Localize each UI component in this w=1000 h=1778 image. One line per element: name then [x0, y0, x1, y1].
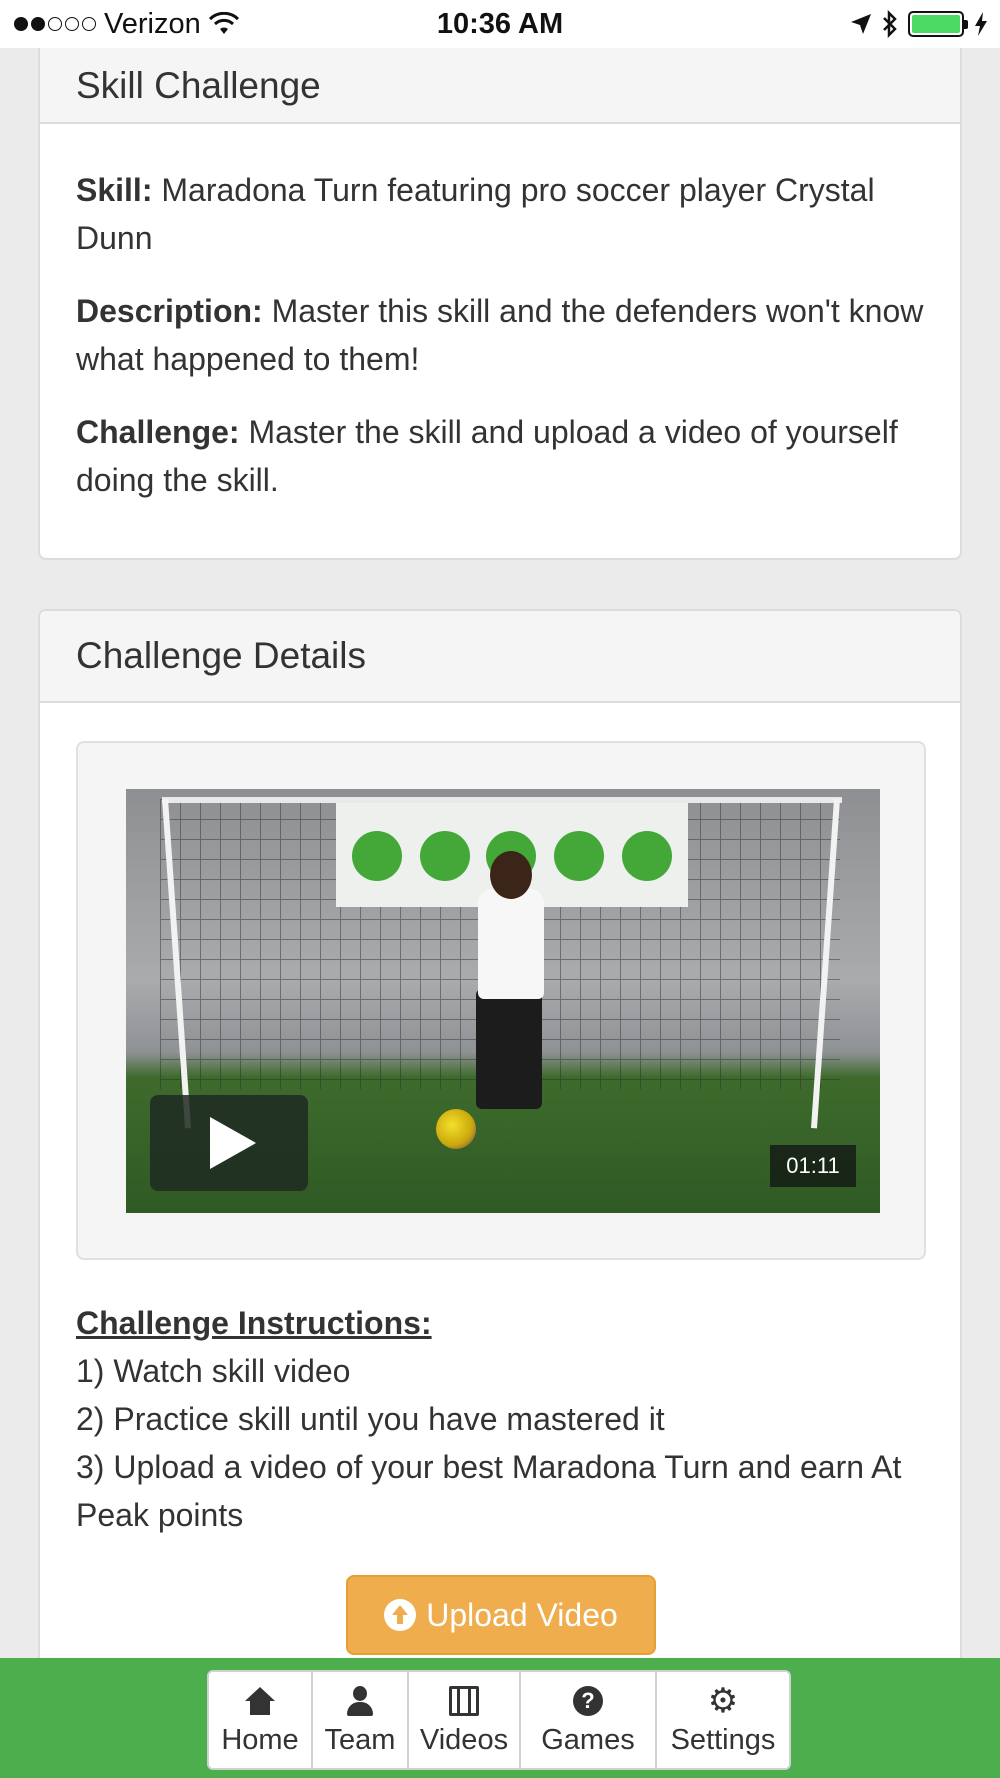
- nav-settings[interactable]: ⚙ Settings: [657, 1672, 789, 1768]
- upload-circle-icon: [384, 1599, 417, 1631]
- challenge-label: Challenge:: [76, 414, 240, 450]
- skill-challenge-body: Skill: Maradona Turn featuring pro socce…: [40, 124, 960, 504]
- instruction-step: 2) Practice skill until you have mastere…: [76, 1401, 665, 1437]
- question-circle-icon: ?: [573, 1684, 603, 1718]
- film-icon: [449, 1684, 479, 1718]
- user-icon: [345, 1684, 375, 1718]
- skill-value: Maradona Turn featuring pro soccer playe…: [76, 172, 875, 256]
- panel-title: Skill Challenge: [76, 65, 321, 106]
- description-label: Description:: [76, 293, 263, 329]
- instruction-step: 3) Upload a video of your best Maradona …: [76, 1449, 902, 1533]
- nav-team-label: Team: [324, 1723, 396, 1756]
- instructions-title: Challenge Instructions:: [76, 1305, 432, 1341]
- charging-bolt-icon: [975, 12, 987, 36]
- battery-level: [912, 15, 960, 33]
- nav-settings-label: Settings: [670, 1723, 776, 1756]
- challenge-instructions: Challenge Instructions: 1) Watch skill v…: [76, 1299, 936, 1539]
- bottom-nav: Home Team Videos ? Games ⚙ Settings: [207, 1670, 791, 1770]
- instruction-step: 1) Watch skill video: [76, 1353, 351, 1389]
- home-icon: [245, 1684, 275, 1718]
- bottom-nav-bar: Home Team Videos ? Games ⚙ Settings: [0, 1658, 1000, 1778]
- nav-videos[interactable]: Videos: [409, 1672, 521, 1768]
- status-bar: Verizon 10:36 AM: [0, 0, 1000, 48]
- player-head: [490, 851, 532, 899]
- play-button[interactable]: [150, 1095, 308, 1191]
- nav-home[interactable]: Home: [209, 1672, 313, 1768]
- bluetooth-icon: [883, 10, 897, 38]
- nav-games-label: Games: [541, 1723, 635, 1756]
- nav-home-label: Home: [221, 1723, 299, 1756]
- goal-crossbar: [162, 797, 842, 803]
- video-duration: 01:11: [770, 1145, 856, 1187]
- location-arrow-icon: [851, 14, 871, 34]
- panel-heading: Challenge Details: [40, 611, 960, 703]
- skill-challenge-panel: Skill Challenge Skill: Maradona Turn fea…: [38, 30, 962, 560]
- player-shirt: [478, 889, 544, 999]
- upload-video-label: Upload Video: [426, 1596, 618, 1633]
- soccer-ball: [436, 1109, 476, 1149]
- panel-title: Challenge Details: [76, 635, 367, 676]
- nav-games[interactable]: ? Games: [521, 1672, 657, 1768]
- skill-label: Skill:: [76, 172, 153, 208]
- video-well: 01:11: [76, 741, 926, 1260]
- challenge-details-panel: Challenge Details 01:11 Challenge Instru…: [38, 609, 962, 1778]
- upload-video-button[interactable]: Upload Video: [346, 1575, 656, 1655]
- description-row: Description: Master this skill and the d…: [76, 287, 924, 383]
- nav-team[interactable]: Team: [313, 1672, 409, 1768]
- play-icon: [210, 1117, 256, 1169]
- gear-icon: ⚙: [707, 1681, 739, 1720]
- challenge-row: Challenge: Master the skill and upload a…: [76, 408, 924, 504]
- skill-video-player[interactable]: 01:11: [126, 789, 880, 1213]
- nav-videos-label: Videos: [419, 1723, 509, 1756]
- skill-row: Skill: Maradona Turn featuring pro socce…: [76, 166, 924, 262]
- player-legs: [476, 989, 542, 1109]
- battery-icon: [908, 11, 968, 37]
- status-right: [850, 10, 988, 38]
